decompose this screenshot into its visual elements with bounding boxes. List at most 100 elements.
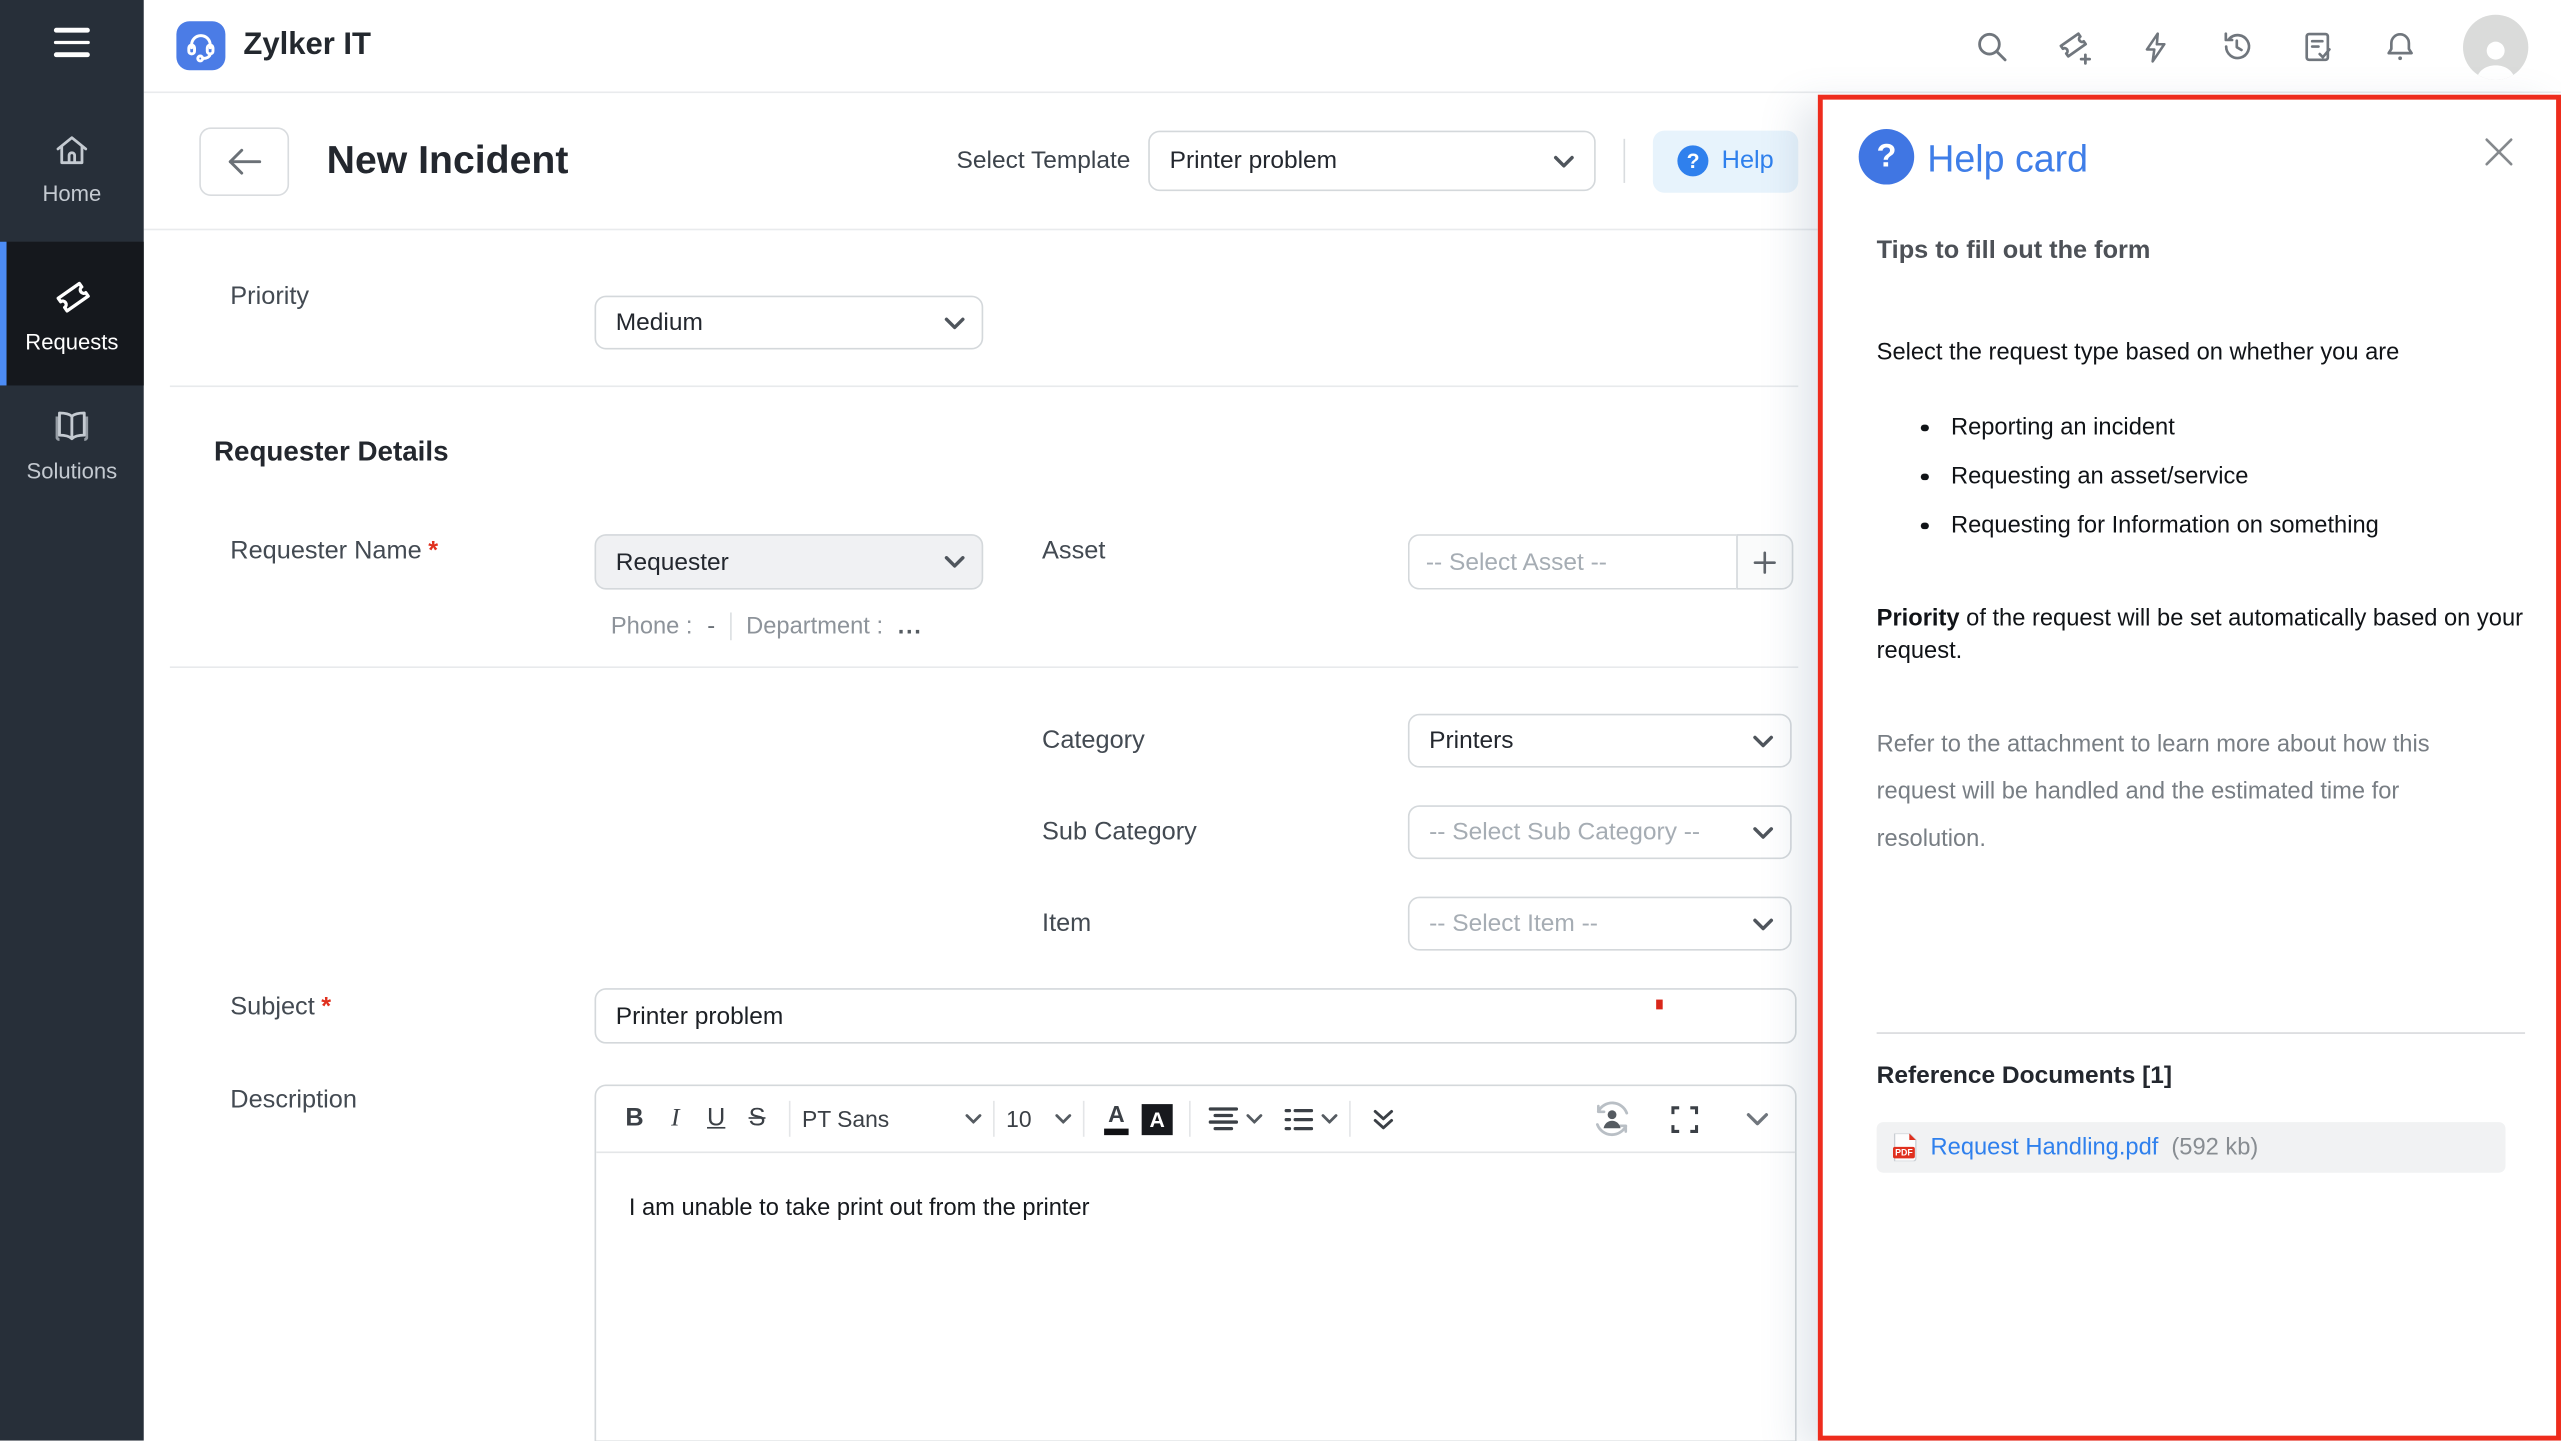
bullet-text: Reporting an incident <box>1951 415 2175 441</box>
back-button[interactable] <box>199 127 289 196</box>
add-asset-button[interactable] <box>1736 534 1793 590</box>
page-header-actions: Select Template Printer problem ? Help <box>957 130 1799 192</box>
more-options-icon[interactable] <box>1362 1098 1403 1140</box>
tips-heading: Tips to fill out the form <box>1877 237 2151 266</box>
mention-user-icon[interactable] <box>1591 1098 1633 1140</box>
editor-toolbar: B I U S PT Sans 10 A <box>596 1086 1795 1153</box>
chevron-down-icon <box>1553 154 1574 167</box>
section-divider <box>170 385 1798 387</box>
help-question-icon: ? <box>1678 145 1709 176</box>
priority-note: Priority of the request will be set auto… <box>1877 604 2530 668</box>
priority-note-bold: Priority <box>1877 606 1960 632</box>
fullscreen-icon[interactable] <box>1664 1098 1705 1140</box>
svg-text:PDF: PDF <box>1895 1147 1913 1157</box>
separator <box>1349 1101 1351 1137</box>
priority-note-text: of the request will be set automatically… <box>1877 606 2523 664</box>
help-button[interactable]: ? Help <box>1653 130 1798 192</box>
notifications-icon[interactable] <box>2381 28 2419 66</box>
help-card-title: Help card <box>1927 137 2088 181</box>
app-title: Zylker IT <box>243 28 371 64</box>
attachment-size: (592 kb) <box>2171 1134 2258 1160</box>
editor-right-tools <box>1591 1098 1777 1140</box>
department-value[interactable]: ... <box>898 613 923 639</box>
history-icon[interactable] <box>2218 28 2256 66</box>
item-select[interactable]: -- Select Item -- <box>1408 897 1792 951</box>
attachment-row[interactable]: PDF Request Handling.pdf (592 kb) <box>1877 1122 2506 1173</box>
item-placeholder: -- Select Item -- <box>1429 910 1598 938</box>
profile-avatar[interactable] <box>2463 14 2528 79</box>
italic-button[interactable]: I <box>655 1098 696 1140</box>
reference-documents-heading: Reference Documents [1] <box>1877 1062 2172 1090</box>
sidebar: Home Requests Solutions <box>0 0 144 1441</box>
asset-input[interactable] <box>1408 534 1736 590</box>
new-ticket-icon[interactable] <box>2055 27 2094 66</box>
attachment-note: Refer to the attachment to learn more ab… <box>1877 722 2494 864</box>
chevron-down-icon[interactable] <box>1321 1114 1337 1124</box>
template-label: Select Template <box>957 147 1131 175</box>
bullet-text: Requesting an asset/service <box>1951 464 2249 490</box>
description-editor[interactable]: B I U S PT Sans 10 A <box>595 1085 1797 1441</box>
category-select[interactable]: Printers <box>1408 714 1792 768</box>
list-item: Reporting an incident <box>1921 415 2175 441</box>
description-text[interactable]: I am unable to take print out from the p… <box>596 1153 1795 1264</box>
font-color-button[interactable]: A <box>1096 1098 1137 1140</box>
hamburger-menu-icon[interactable] <box>54 28 90 65</box>
bullet-icon <box>1921 522 1928 529</box>
requester-meta: Phone : - Department : ... <box>611 612 923 640</box>
font-family-value: PT Sans <box>802 1106 951 1132</box>
app-logo[interactable] <box>176 21 225 70</box>
font-color-letter: A <box>1108 1103 1125 1126</box>
collapse-toolbar-icon[interactable] <box>1736 1098 1777 1140</box>
priority-select[interactable]: Medium <box>595 296 984 350</box>
template-select[interactable]: Printer problem <box>1148 131 1596 191</box>
font-family-select[interactable]: PT Sans <box>802 1106 982 1132</box>
chevron-down-icon <box>1753 917 1774 930</box>
subject-input[interactable] <box>595 988 1797 1044</box>
highlight-color-button[interactable]: A <box>1137 1098 1178 1140</box>
separator <box>730 612 732 640</box>
chevron-down-icon[interactable] <box>1246 1114 1262 1124</box>
separator <box>789 1101 791 1137</box>
requester-select[interactable]: Requester <box>595 534 984 590</box>
sidebar-item-requests[interactable]: Requests <box>0 242 144 386</box>
separator <box>1624 139 1626 183</box>
separator <box>1083 1101 1085 1137</box>
quick-actions-icon[interactable] <box>2138 29 2174 65</box>
required-asterisk: * <box>321 993 331 1021</box>
required-asterisk: * <box>428 537 438 565</box>
list-button[interactable] <box>1277 1098 1318 1140</box>
asset-field <box>1408 534 1793 590</box>
topbar: Zylker IT <box>144 0 2561 93</box>
bullet-icon <box>1921 473 1928 480</box>
active-indicator <box>0 242 7 386</box>
phone-label: Phone : <box>611 613 693 639</box>
priority-label: Priority <box>230 283 309 312</box>
align-button[interactable] <box>1202 1098 1243 1140</box>
sidebar-item-home[interactable]: Home <box>0 131 144 232</box>
subcategory-select[interactable]: -- Select Sub Category -- <box>1408 805 1792 859</box>
font-size-select[interactable]: 10 <box>1006 1106 1071 1132</box>
book-icon <box>51 405 93 447</box>
page-title: New Incident <box>327 138 569 184</box>
search-icon[interactable] <box>1973 28 2011 66</box>
bullet-text: Requesting for Information on something <box>1951 513 2379 539</box>
help-card-panel: ? Help card Tips to fill out the form Se… <box>1818 95 2561 1441</box>
list-item: Requesting an asset/service <box>1921 464 2249 490</box>
asset-label: Asset <box>1042 537 1105 566</box>
category-label: Category <box>1042 727 1145 756</box>
help-card-icon: ? <box>1859 129 1915 185</box>
close-icon[interactable] <box>2484 137 2513 166</box>
strikethrough-button[interactable]: S <box>737 1098 778 1140</box>
category-value: Printers <box>1429 727 1513 755</box>
font-size-value: 10 <box>1006 1106 1040 1132</box>
sidebar-item-label: Requests <box>25 331 118 353</box>
template-value: Printer problem <box>1170 147 1337 175</box>
page-header: New Incident Select Template Printer pro… <box>144 93 1818 230</box>
attachment-link[interactable]: Request Handling.pdf <box>1931 1134 2159 1160</box>
tips-intro: Select the request type based on whether… <box>1877 340 2400 366</box>
underline-button[interactable]: U <box>696 1098 737 1140</box>
tasks-icon[interactable] <box>2300 28 2338 66</box>
ticket-icon <box>50 274 94 318</box>
sidebar-item-solutions[interactable]: Solutions <box>0 405 144 506</box>
bold-button[interactable]: B <box>614 1098 655 1140</box>
